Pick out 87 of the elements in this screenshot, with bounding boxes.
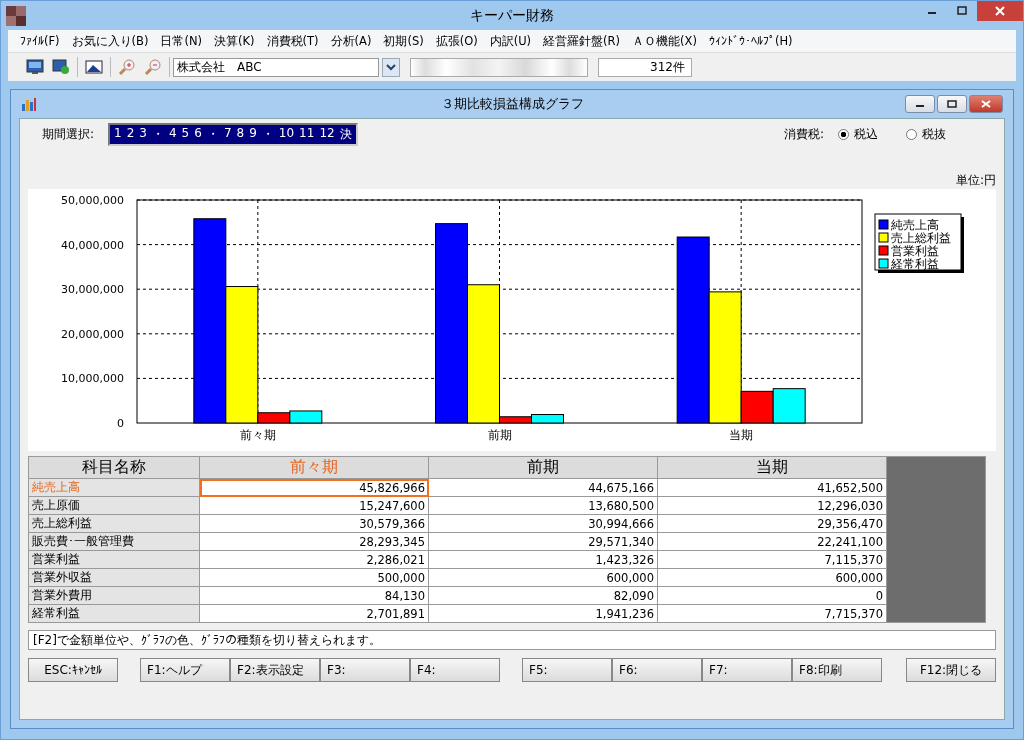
legend-label: 経常利益 xyxy=(891,257,939,271)
zoom-out-icon[interactable] xyxy=(144,58,162,76)
function-key-button[interactable]: F12:閉じる xyxy=(906,658,996,682)
monitor-icon[interactable] xyxy=(26,59,44,75)
function-key-button[interactable]: F5: xyxy=(522,658,612,682)
period-option[interactable]: 2 xyxy=(126,125,135,143)
function-key-button[interactable]: F2:表示設定 xyxy=(230,658,320,682)
tax-label: 消費税: xyxy=(783,125,824,143)
menu-item[interactable]: 日常(N) xyxy=(154,33,209,49)
caret-icon xyxy=(386,63,396,71)
menu-item[interactable]: 消費税(T) xyxy=(260,33,325,49)
tax-radio[interactable]: 税込 xyxy=(838,125,878,143)
app-icon xyxy=(6,5,26,26)
period-option[interactable]: 5 xyxy=(181,125,190,143)
period-option[interactable]: 決 xyxy=(339,125,352,143)
legend-label: 営業利益 xyxy=(891,244,939,258)
column-header: 当期 xyxy=(657,456,887,479)
menu-item[interactable]: 経営羅針盤(R) xyxy=(537,33,627,49)
function-key-button[interactable]: F1:ヘルプ xyxy=(140,658,230,682)
close-icon xyxy=(981,100,991,108)
period-option[interactable]: 1 xyxy=(114,125,122,143)
menu-item[interactable]: 拡張(O) xyxy=(429,33,484,49)
radio-label[interactable]: 税抜 xyxy=(922,125,946,143)
menu-item[interactable]: ﾌｧｲﾙ(F) xyxy=(14,34,66,48)
period-option[interactable]: 7 xyxy=(223,125,232,143)
column-header: 科目名称 xyxy=(28,456,200,479)
unit-label: 単位:円 xyxy=(955,172,996,189)
period-label: 期間選択: xyxy=(42,125,95,143)
close-icon xyxy=(995,6,1005,16)
close-button[interactable] xyxy=(977,1,1023,21)
period-option[interactable]: 12 xyxy=(319,125,335,143)
period-option[interactable]: 9 xyxy=(249,125,257,143)
maximize-button[interactable] xyxy=(937,95,967,113)
period-option[interactable]: 3 xyxy=(139,125,147,143)
category-label: 当期 xyxy=(729,428,754,442)
menu-item[interactable]: 決算(K) xyxy=(208,33,261,49)
period-option[interactable]: ・ xyxy=(261,125,274,143)
function-key-button[interactable]: F8:印刷 xyxy=(792,658,882,682)
tax-radio[interactable]: 税抜 xyxy=(906,125,946,143)
period-option[interactable]: 8 xyxy=(236,125,245,143)
period-option[interactable]: 6 xyxy=(194,125,202,143)
category-label: 前期 xyxy=(487,428,512,442)
maximize-icon xyxy=(957,6,967,16)
function-key-button[interactable]: F7: xyxy=(702,658,792,682)
function-key-button[interactable]: F4: xyxy=(410,658,500,682)
chart-icon xyxy=(21,96,37,112)
radio-icon[interactable] xyxy=(838,128,849,140)
legend-label: 売上総利益 xyxy=(891,231,951,245)
axis-tick-label: 40,000,000 xyxy=(61,238,124,252)
category-label: 前々期 xyxy=(239,428,276,442)
status-message: [F2]で金額単位や、ｸﾞﾗﾌの色、ｸﾞﾗﾌの種類を切り替えられます。 xyxy=(28,630,996,650)
period-option[interactable]: 10 xyxy=(278,125,295,143)
period-option[interactable]: ・ xyxy=(151,125,164,143)
function-key-button[interactable]: ESC:ｷｬﾝｾﾙ xyxy=(28,658,118,682)
minimize-button[interactable] xyxy=(905,95,935,113)
axis-tick-label: 20,000,000 xyxy=(61,327,124,341)
menu-item[interactable]: ｳｨﾝﾄﾞｳ･ﾍﾙﾌﾟ(H) xyxy=(702,34,799,48)
picture-icon[interactable] xyxy=(85,59,103,75)
company-dropdown[interactable]: 株式会社 ABC xyxy=(173,57,379,77)
maximize-icon xyxy=(947,100,957,108)
menu-item[interactable]: 分析(A) xyxy=(324,33,378,49)
axis-tick-label: 50,000,000 xyxy=(61,194,124,207)
column-header: 前期 xyxy=(428,456,658,479)
period-option[interactable]: 4 xyxy=(168,125,177,143)
axis-tick-label: 30,000,000 xyxy=(61,283,124,297)
menu-item[interactable]: 内訳(U) xyxy=(483,33,538,49)
function-key-button[interactable]: F3: xyxy=(320,658,410,682)
record-count: 312件 xyxy=(598,57,692,77)
window-title: キーパー財務 xyxy=(469,6,555,25)
legend-label: 純売上高 xyxy=(891,218,939,232)
radio-label[interactable]: 税込 xyxy=(854,125,878,143)
function-key-button[interactable]: F6: xyxy=(612,658,702,682)
zoom-in-icon[interactable] xyxy=(118,58,136,76)
period-option[interactable]: ・ xyxy=(206,125,219,143)
menu-item[interactable]: ＡＯ機能(X) xyxy=(626,33,703,49)
monitor-add-icon[interactable] xyxy=(52,59,70,75)
close-button[interactable] xyxy=(969,95,1003,113)
dropdown-button[interactable] xyxy=(382,57,400,77)
period-option[interactable]: 11 xyxy=(299,125,315,143)
axis-tick-label: 0 xyxy=(117,417,124,430)
column-header: 前々期 xyxy=(199,456,429,479)
axis-tick-label: 10,000,000 xyxy=(61,372,124,386)
menu-item[interactable]: お気に入り(B) xyxy=(65,33,155,49)
window-title: ３期比較損益構成グラフ xyxy=(439,95,585,113)
period-selector[interactable]: 1 2 3 ・ 4 5 6 ・ 7 8 9 ・ 10 11 12 決 xyxy=(108,122,358,146)
radio-icon[interactable] xyxy=(906,128,917,140)
menu-item[interactable]: 初期(S) xyxy=(377,33,430,49)
